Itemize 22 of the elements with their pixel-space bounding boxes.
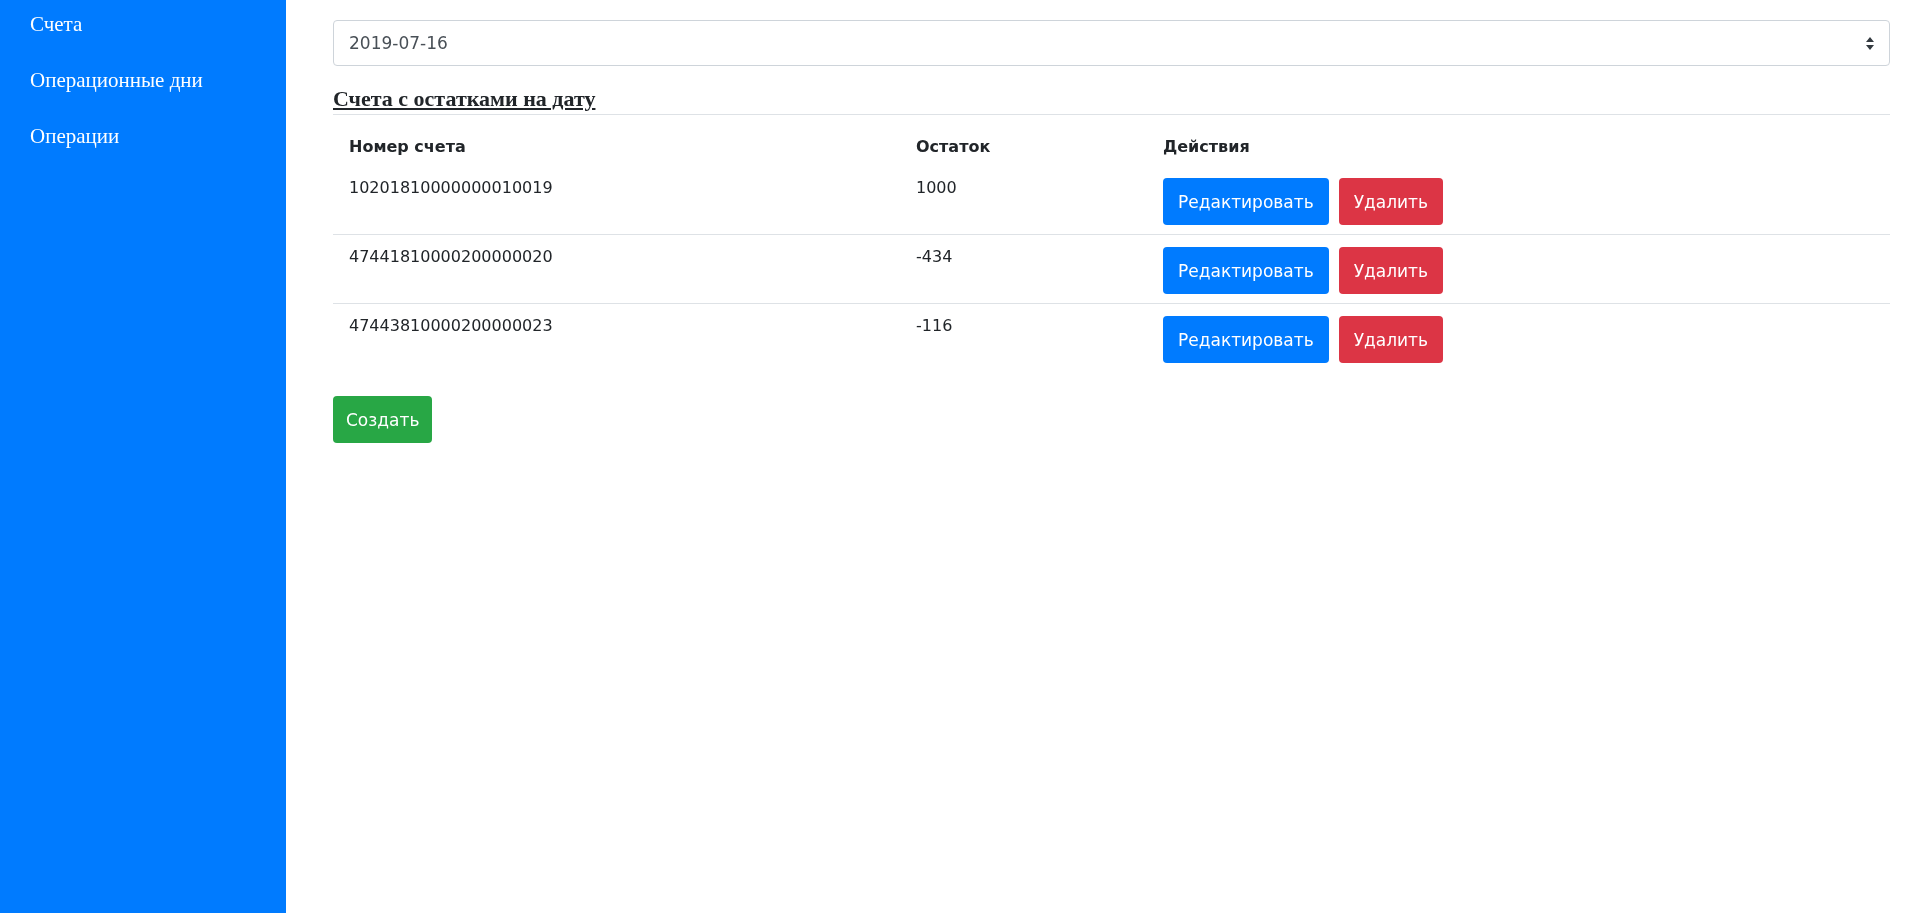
sidebar-link[interactable]: Операционные дни [30, 68, 203, 93]
section-title: Счета с остатками на дату [333, 86, 596, 113]
table-cell: -116 [900, 303, 1147, 372]
table-cell: -434 [900, 234, 1147, 303]
column-header: Действия [1162, 136, 1251, 158]
edit-button[interactable]: Редактировать [1163, 178, 1329, 225]
table-cell: 1000 [900, 166, 1147, 234]
column-header: Остаток [915, 136, 992, 158]
table-cell: 47443810000200000023 [333, 303, 900, 372]
edit-button[interactable]: Редактировать [1163, 247, 1329, 294]
column-header: Номер счета [348, 136, 467, 158]
table-cell: 47441810000200000020 [333, 234, 900, 303]
edit-button[interactable]: Редактировать [1163, 316, 1329, 363]
sort-caret-icon [1866, 36, 1874, 50]
date-select[interactable]: 2019-07-16 [333, 20, 1890, 66]
delete-button[interactable]: Удалить [1338, 178, 1444, 225]
delete-button[interactable]: Удалить [1338, 316, 1444, 363]
sidebar-link[interactable]: Операции [30, 124, 120, 149]
table-cell: 10201810000000010019 [333, 166, 900, 234]
create-button[interactable]: Создать [333, 396, 433, 443]
delete-button[interactable]: Удалить [1338, 247, 1444, 294]
sidebar-link[interactable]: Счета [30, 12, 83, 37]
